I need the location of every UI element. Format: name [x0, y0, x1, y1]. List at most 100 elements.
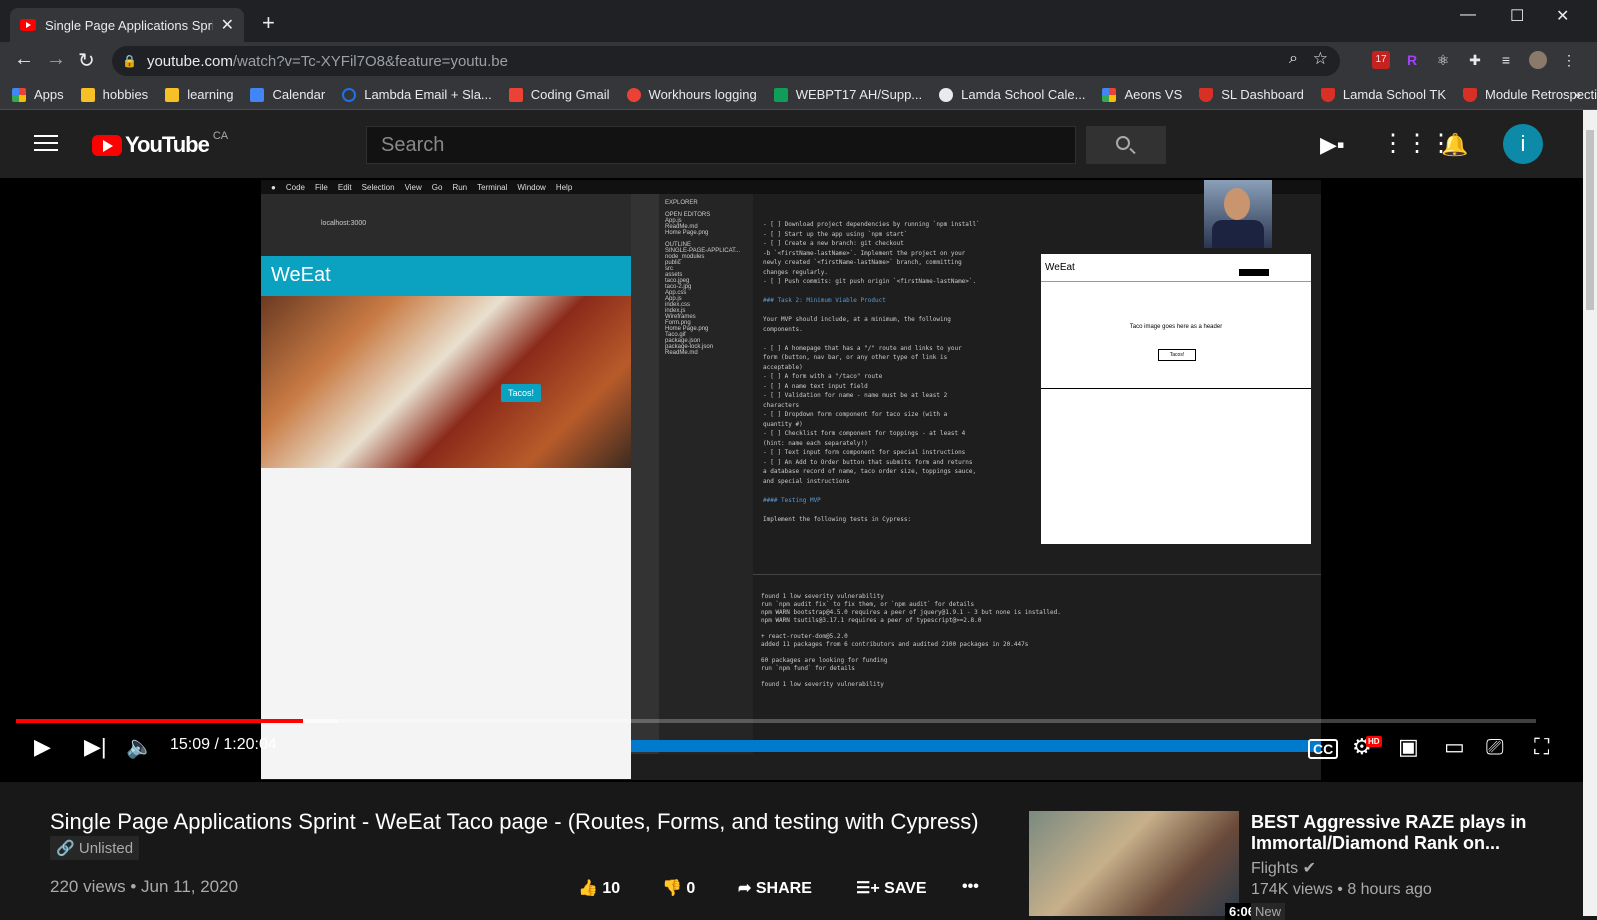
vscode-window: EXPLORER OPEN EDITORS App.js ReadMe.md Home … — [631, 194, 1321, 754]
close-tab-icon[interactable]: ✕ — [221, 15, 234, 35]
preview-nav — [1239, 269, 1269, 276]
search-input[interactable]: Search — [366, 126, 1076, 164]
bookmark-folder[interactable]: learning — [165, 87, 233, 102]
shield-icon — [1320, 87, 1335, 102]
presenter-webcam — [1204, 180, 1272, 248]
close-window-icon[interactable]: ✕ — [1556, 6, 1569, 26]
verified-icon: ✔ — [1302, 860, 1316, 877]
new-badge: New — [1251, 903, 1286, 920]
bookmark-item[interactable]: WEBPT17 AH/Supp... — [773, 87, 922, 102]
react-devtools-icon[interactable]: ⚛ — [1434, 51, 1452, 69]
share-icon: ➦ — [738, 880, 756, 897]
tab-title: Single Page Applications Sprint - — [45, 17, 213, 33]
next-icon[interactable]: ▶| — [84, 734, 107, 760]
embedded-browser-chrome: localhost:3000 — [261, 194, 631, 256]
playlist-add-icon: ☰+ — [856, 880, 885, 897]
new-tab-icon[interactable]: + — [262, 10, 275, 36]
recommended-title[interactable]: BEST Aggressive RAZE plays in Immortal/D… — [1251, 812, 1551, 854]
lock-icon: 🔒 — [122, 54, 137, 68]
theater-mode-icon[interactable]: ▭ — [1444, 734, 1465, 760]
url-path: /watch?v=Tc-XYFil7O8&feature=youtu.be — [232, 52, 508, 70]
bookmark-star-icon[interactable]: ☆ — [1313, 49, 1328, 69]
bookmark-item[interactable]: Coding Gmail — [508, 87, 610, 102]
plus-doc-icon — [773, 87, 788, 102]
record-icon — [626, 87, 641, 102]
video-player[interactable]: ● Code File Edit Selection View Go Run Terminal W… — [0, 178, 1583, 782]
back-icon[interactable]: ← — [14, 48, 34, 71]
more-actions-icon[interactable]: ••• — [962, 878, 979, 896]
progress-bar[interactable] — [16, 719, 1536, 723]
forward-icon[interactable]: → — [46, 48, 66, 71]
search-button[interactable] — [1086, 126, 1166, 164]
thumbs-down-icon: 👎 — [662, 880, 687, 897]
bookmark-item[interactable]: Calendar — [250, 87, 325, 102]
bookmark-item[interactable]: Aeons VS — [1102, 87, 1182, 102]
search-icon — [1116, 136, 1130, 150]
chrome-menu-icon[interactable]: ⋮ — [1560, 51, 1578, 69]
taco-image: Tacos! — [261, 296, 631, 468]
hamburger-menu-icon[interactable] — [34, 135, 58, 153]
views-date: 220 views • Jun 11, 2020 — [50, 877, 239, 896]
share-button[interactable]: ➦ SHARE — [738, 878, 812, 898]
miniplayer-icon[interactable]: ▣ — [1398, 734, 1419, 760]
scrollbar-thumb[interactable] — [1586, 130, 1594, 310]
recommended-channel[interactable]: Flights ✔ — [1251, 858, 1316, 878]
play-icon[interactable]: ▶ — [34, 734, 51, 760]
r-extension-icon[interactable]: R — [1403, 51, 1421, 69]
reload-icon[interactable]: ↻ — [78, 48, 95, 73]
ublock-extension-icon[interactable]: 17 — [1372, 51, 1390, 69]
bookmark-item[interactable]: Workhours logging — [626, 87, 757, 102]
link-icon: 🔗 — [56, 840, 79, 857]
folder-icon — [165, 87, 180, 102]
fullscreen-icon[interactable]: ⛶ — [1534, 734, 1549, 760]
bookmark-item[interactable]: Lamda School TK — [1320, 87, 1446, 102]
minimize-icon[interactable]: — — [1460, 6, 1476, 24]
bookmark-item[interactable]: Lamda School Cale... — [939, 87, 1085, 102]
youtube-header: YouTube CA Search ▶▪ ⋮⋮⋮ 🔔 i — [0, 110, 1583, 178]
media-queue-icon[interactable]: ≡ — [1497, 51, 1515, 69]
avatar[interactable]: i — [1503, 124, 1543, 164]
preview-header-note: Taco image goes here as a header — [1129, 324, 1223, 330]
preview-logo: WeEat — [1041, 254, 1311, 282]
time-display: 15:09 / 1:20:04 — [170, 736, 277, 753]
bookmark-item[interactable]: Apps — [12, 87, 64, 102]
gmail-icon — [508, 87, 523, 102]
captions-icon[interactable]: CC — [1308, 739, 1339, 759]
vscode-editor: - [ ] Download project dependencies by r… — [753, 214, 1035, 574]
extensions-puzzle-icon[interactable]: ✚ — [1466, 51, 1484, 69]
bookmark-item[interactable]: SL Dashboard — [1199, 87, 1304, 102]
globe-icon — [939, 87, 954, 102]
maximize-icon[interactable]: ☐ — [1510, 6, 1524, 26]
dislike-button[interactable]: 👎 0 — [662, 878, 695, 898]
apps-grid-icon — [12, 87, 26, 102]
wireframe-preview: WeEat Taco image goes here as a header T… — [1041, 254, 1311, 544]
browser-toolbar: ← → ↻ 🔒 youtube.com/watch?v=Tc-XYFil7O8&… — [0, 42, 1597, 80]
weeat-header: WeEat — [261, 256, 631, 296]
volume-icon[interactable]: 🔈 — [126, 734, 153, 760]
hd-badge: HD — [1366, 736, 1382, 747]
tab-strip: Single Page Applications Sprint - ✕ + — … — [0, 0, 1597, 42]
page-scrollbar[interactable] — [1583, 110, 1597, 916]
shield-icon — [1463, 87, 1478, 102]
bookmark-item[interactable]: Lambda Email + Sla... — [342, 87, 492, 102]
recommended-thumbnail[interactable] — [1029, 811, 1239, 916]
calendar-icon — [250, 87, 265, 102]
browser-tab[interactable]: Single Page Applications Sprint - ✕ — [10, 8, 244, 42]
mac-menubar: ● Code File Edit Selection View Go Run Terminal W… — [261, 180, 1321, 194]
youtube-logo[interactable]: YouTube CA — [92, 130, 228, 158]
address-bar[interactable]: 🔒 youtube.com/watch?v=Tc-XYFil7O8&featur… — [112, 46, 1340, 76]
vscode-explorer: EXPLORER OPEN EDITORS App.js ReadMe.md Home … — [659, 194, 753, 754]
bookmarks-overflow-icon[interactable]: » — [1573, 86, 1581, 102]
zoom-icon[interactable]: ⌕ — [1289, 50, 1298, 68]
preview-divider — [1041, 388, 1311, 389]
save-button[interactable]: ☰+ SAVE — [856, 878, 927, 898]
bookmark-folder[interactable]: hobbies — [80, 87, 148, 102]
cast-icon[interactable]: ⎚ — [1486, 734, 1504, 760]
like-button[interactable]: 👍 10 — [578, 878, 620, 898]
create-video-icon[interactable]: ▶▪ — [1320, 132, 1345, 158]
notifications-bell-icon[interactable]: 🔔 — [1441, 132, 1468, 158]
profile-avatar[interactable] — [1529, 51, 1547, 69]
folder-icon — [80, 87, 95, 102]
embedded-browser: localhost:3000 WeEat Tacos! — [261, 194, 631, 779]
embedded-url: localhost:3000 — [321, 220, 367, 227]
